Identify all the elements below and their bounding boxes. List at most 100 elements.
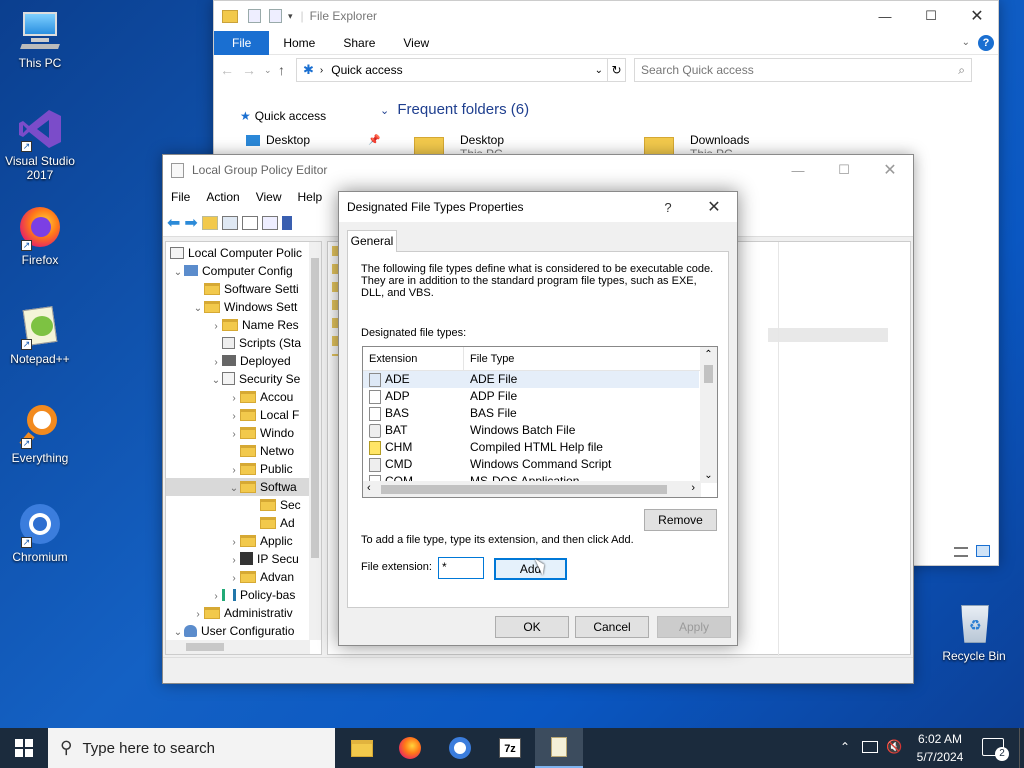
expand-chevron-icon[interactable]: › [228,534,240,550]
tree-node-software-settings[interactable]: Software Setti [166,280,321,298]
menu-view[interactable]: View [248,190,290,204]
refresh-button[interactable]: ↻ [608,58,626,82]
pin-icon[interactable]: 📌 [368,135,380,146]
taskbar-search-box[interactable]: ⚲ Type here to search [48,728,335,768]
close-button[interactable]: ✕ [867,155,913,185]
dialog-help-button[interactable]: ? [645,192,691,222]
desktop-icon-chromium[interactable]: ↗ Chromium [0,502,80,564]
menu-help[interactable]: Help [290,190,331,204]
properties-icon[interactable] [248,9,261,23]
scroll-down-icon[interactable]: ⌄ [700,470,717,481]
desktop-icon-notepadpp[interactable]: ↗ Notepad++ [0,304,80,366]
tree-node-software-restriction[interactable]: ⌄ Softwa [166,478,321,496]
frequent-folders-header[interactable]: ⌄ Frequent folders (6) [380,101,529,118]
scroll-left-icon[interactable]: ‹ [367,482,371,494]
address-bar[interactable]: ✱ › Quick access ⌄ [296,58,608,82]
clock[interactable]: 6:02 AM 5/7/2024 [910,730,970,766]
minimize-button[interactable]: — [862,1,908,31]
tree-node-ip-security[interactable]: › IP Secu [166,550,321,568]
tree-node-security-settings[interactable]: ⌄ Security Se [166,370,321,388]
tab-file[interactable]: File [214,30,270,55]
show-desktop-button[interactable] [1019,728,1024,768]
forward-icon[interactable]: → [242,62,264,78]
tree-node-additional-rules[interactable]: Ad [166,514,321,532]
list-item[interactable]: CHM Compiled HTML Help file [363,439,699,456]
list-item[interactable]: ADP ADP File [363,388,699,405]
file-types-listview[interactable]: Extension File Type ADE ADE File ADP ADP F… [362,346,718,498]
desktop-icon-recycle-bin[interactable]: ♻ Recycle Bin [934,601,1014,663]
file-extension-input[interactable]: * [438,557,484,579]
designated-file-types-dialog[interactable]: Designated File Types Properties ? ✕ Gen… [338,191,738,646]
scroll-thumb[interactable] [704,365,713,383]
scroll-up-icon[interactable]: ⌃ [700,349,717,360]
up-folder-icon[interactable] [201,215,218,230]
expand-chevron-icon[interactable]: › [228,426,240,442]
search-box[interactable]: Search Quick access ⌕ [634,58,972,82]
tree-node-deployed[interactable]: › Deployed [166,352,321,370]
tree-node-admin-templates[interactable]: › Administrativ [166,604,321,622]
tree-node-computer-config[interactable]: ⌄ Computer Config [166,262,321,280]
tree-node-network[interactable]: Netwo [166,442,321,460]
expand-chevron-icon[interactable]: › [210,588,222,604]
forward-arrow-icon[interactable]: ➡ [184,213,197,233]
apply-button[interactable]: Apply [657,616,731,638]
qat-dropdown-icon[interactable]: ▾ [288,11,293,22]
expand-chevron-icon[interactable]: ⌄ [228,480,240,496]
gpedit-tree-pane[interactable]: Local Computer Polic ⌄ Computer Config So… [165,241,322,655]
back-icon[interactable]: ← [220,62,242,78]
tree-node-public-key[interactable]: › Public [166,460,321,478]
taskbar-gpedit[interactable] [535,728,583,768]
start-button[interactable] [0,728,48,768]
tree-node-windows-firewall[interactable]: › Windo [166,424,321,442]
tab-home[interactable]: Home [269,31,329,55]
expand-chevron-icon[interactable]: ⌄ [210,372,222,388]
menu-file[interactable]: File [163,190,198,204]
scroll-right-icon[interactable]: › [691,482,695,494]
list-vertical-scrollbar[interactable]: ⌃ ⌄ [700,347,717,483]
desktop-icon-firefox[interactable]: ↗ Firefox [0,205,80,267]
up-icon[interactable]: ↑ [278,62,296,78]
help-book-icon[interactable] [281,215,292,230]
tree-node-account[interactable]: › Accou [166,388,321,406]
list-horizontal-scrollbar[interactable]: ‹ › [363,481,701,497]
maximize-button[interactable]: ☐ [908,1,954,31]
taskbar-7zip[interactable]: 7z [486,728,534,768]
desktop-icon-everything[interactable]: ↗ Everything [0,403,80,465]
address-dropdown-icon[interactable]: ⌄ [595,65,603,76]
tree-horizontal-scrollbar[interactable] [166,640,310,654]
tree-node-advanced-audit[interactable]: › Advan [166,568,321,586]
taskbar-chromium[interactable] [436,728,484,768]
network-icon[interactable] [862,741,878,753]
expand-chevron-icon[interactable]: › [192,606,204,622]
back-arrow-icon[interactable]: ⬅ [167,213,180,233]
column-header-file-type[interactable]: File Type [470,353,514,365]
taskbar-firefox[interactable] [386,728,434,768]
expand-chevron-icon[interactable]: › [228,552,240,568]
column-header-extension[interactable]: Extension [369,353,417,365]
tree-node-policy-based-qos[interactable]: › Policy-bas [166,586,321,604]
tree-node-local-computer[interactable]: Local Computer Polic [166,244,321,262]
minimize-button[interactable]: — [775,155,821,185]
expand-chevron-icon[interactable]: › [228,408,240,424]
expand-chevron-icon[interactable]: ⌄ [172,624,184,640]
tab-view[interactable]: View [389,31,443,55]
desktop-icon-this-pc[interactable]: This PC [0,8,80,70]
cancel-button[interactable]: Cancel [575,616,649,638]
list-item[interactable]: BAT Windows Batch File [363,422,699,439]
volume-muted-icon[interactable]: 🔇 [886,739,902,755]
tree-node-windows-settings[interactable]: ⌄ Windows Sett [166,298,321,316]
expand-chevron-icon[interactable]: › [210,318,222,334]
expand-chevron-icon[interactable]: › [210,354,222,370]
dialog-titlebar[interactable]: Designated File Types Properties ? ✕ [339,192,737,222]
tree-node-local-policies[interactable]: › Local F [166,406,321,424]
scroll-hthumb[interactable] [381,485,667,494]
tree-node-scripts[interactable]: Scripts (Sta [166,334,321,352]
large-icons-view-icon[interactable] [976,545,990,557]
nav-desktop[interactable]: Desktop 📌 [246,133,380,147]
tree-node-application-control[interactable]: › Applic [166,532,321,550]
new-folder-icon[interactable] [269,9,282,23]
tab-share[interactable]: Share [329,31,389,55]
tray-chevron-icon[interactable]: ⌃ [840,740,850,754]
tree-node-security-levels[interactable]: Sec [166,496,321,514]
properties-icon[interactable] [241,215,258,230]
